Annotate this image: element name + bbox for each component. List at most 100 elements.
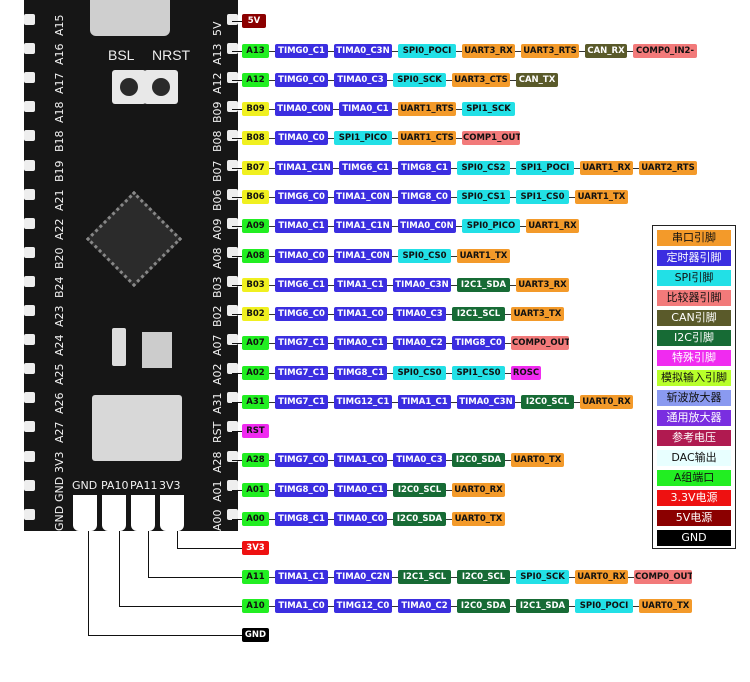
header-pin [24, 334, 35, 346]
function-tag: TIMA0_C0 [275, 131, 328, 145]
right-pin-label: B02 [211, 305, 224, 327]
header-pin [24, 246, 35, 258]
function-tag: SPI1_PICO [334, 131, 392, 145]
legend-item: A组端口 [657, 470, 731, 486]
legend-item: I2C引脚 [657, 330, 731, 346]
function-tag: TIMG0_C1 [275, 44, 328, 58]
function-tag: TIMA1_C0N [334, 249, 392, 263]
pin-tag: B02 [242, 307, 269, 321]
legend-item: SPI引脚 [657, 270, 731, 286]
function-tag: TIMG6_C0 [275, 307, 328, 321]
function-tag: TIMA1_C0 [334, 307, 387, 321]
function-tag: COMP0_OUT [634, 570, 692, 584]
bottom-pin-pad [73, 495, 97, 531]
right-pin-label: RST [211, 422, 224, 444]
function-tag: SPI0_PICO [462, 219, 520, 233]
pin-lead [232, 80, 242, 81]
function-tag: TIMA0_C3N [393, 278, 451, 292]
pin-lead [232, 21, 242, 22]
function-tag: SPI0_CS0 [398, 249, 451, 263]
function-tag: UART0_RX [580, 395, 633, 409]
left-pin-label: A18 [53, 101, 66, 124]
function-tag: I2C0_SDA [393, 512, 446, 526]
right-pin-label: A28 [211, 450, 224, 473]
left-pin-label: GND [53, 505, 66, 531]
right-pin-label: B09 [211, 101, 224, 124]
pin-lead [232, 226, 242, 227]
function-tag: TIMG6_C1 [275, 278, 328, 292]
function-tag: TIMA1_C1 [334, 278, 387, 292]
header-pin [24, 392, 35, 404]
function-tag: TIMG7_C1 [275, 336, 328, 350]
function-tag: UART2_RTS [639, 161, 697, 175]
function-tag: SPI0_SCK [393, 73, 446, 87]
pin-lead [232, 460, 242, 461]
legend-item: 定时器引脚 [657, 250, 731, 266]
header-pin [227, 101, 238, 113]
function-tag: UART3_RX [462, 44, 515, 58]
routing-line [148, 531, 149, 577]
pin-lead [232, 197, 242, 198]
pin-tag: A08 [242, 249, 269, 263]
header-pin [24, 508, 35, 520]
bottom-pin-pad [102, 495, 126, 531]
function-tag: TIMG8_C1 [275, 512, 328, 526]
function-tag: TIMA0_C3 [334, 73, 387, 87]
function-tag: I2C0_SDA [457, 599, 510, 613]
header-pin [24, 479, 35, 491]
routing-line [88, 635, 242, 636]
function-tag: TIMG8_C0 [452, 336, 505, 350]
pin-lead [232, 402, 242, 403]
pin-tag: B09 [242, 102, 269, 116]
header-pin [227, 479, 238, 491]
bsl-label: BSL [108, 47, 135, 63]
legend: 串口引脚 定时器引脚 SPI引脚 比较器引脚 CAN引脚 I2C引脚 特殊引脚 模拟输入引脚斩… [652, 225, 736, 549]
pin-lead [232, 431, 242, 432]
function-tag: I2C0_SCL [393, 483, 446, 497]
pin-lead [232, 168, 242, 169]
legend-item: CAN引脚 [657, 310, 731, 326]
left-pin-label: A16 [53, 43, 66, 66]
right-pin-label: B07 [211, 159, 224, 182]
function-tag: SPI1_POCI [516, 161, 574, 175]
function-tag: TIMG8_C1 [398, 161, 451, 175]
function-tag: SPI1_CS0 [452, 366, 505, 380]
function-tag: COMP1_OUT [462, 131, 520, 145]
function-tag: UART1_RX [526, 219, 579, 233]
function-tag: UART1_RTS [398, 102, 456, 116]
function-tag: UART3_RTS [521, 44, 579, 58]
legend-item: GND [657, 530, 731, 546]
function-tag: SPI0_CS1 [457, 190, 510, 204]
function-tag: TIMA1_C0 [275, 599, 328, 613]
function-tag: COMP0_IN2- [633, 44, 697, 58]
function-tag: TIMG8_C0 [398, 190, 451, 204]
left-pin-label: A24 [53, 334, 66, 357]
function-tag: TIMA1_C1N [275, 161, 333, 175]
legend-item: DAC输出 [657, 450, 731, 466]
bottom-pin-label: 3V3 [159, 479, 181, 492]
right-pin-label: B08 [211, 130, 224, 153]
function-tag: TIMA0_C2 [393, 336, 446, 350]
routing-line [177, 548, 242, 549]
usb-connector [90, 0, 170, 36]
function-tag: TIMG12_C0 [334, 599, 392, 613]
pin-tag: RST [242, 424, 269, 438]
right-pin-label: B06 [211, 189, 224, 211]
bottom-pin-label: PA11 [130, 479, 158, 492]
pin-tag: 3V3 [242, 541, 269, 555]
header-pin [227, 130, 238, 142]
crystal [112, 328, 126, 366]
function-tag: TIMG8_C1 [334, 366, 387, 380]
bottom-pin-label: GND [72, 479, 98, 492]
header-pin [24, 217, 35, 229]
function-tag: UART1_TX [575, 190, 628, 204]
pin-tag: A10 [242, 599, 269, 613]
bottom-pin-pad [160, 495, 184, 531]
header-pin [227, 14, 238, 25]
function-tag: TIMG6_C0 [275, 190, 328, 204]
regulator [142, 332, 172, 368]
header-pin [24, 130, 35, 142]
nrst-button [144, 70, 178, 104]
function-tag: SPI0_SCK [516, 570, 569, 584]
pin-tag: A01 [242, 483, 269, 497]
